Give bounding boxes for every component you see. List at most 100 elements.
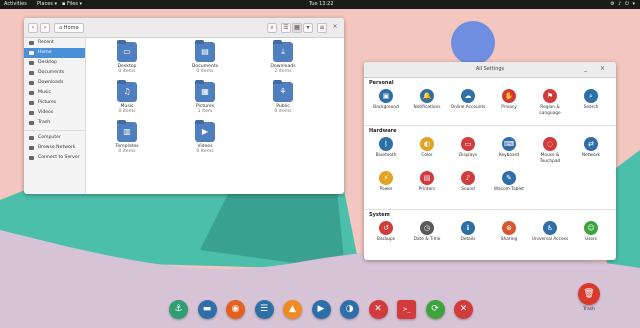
breadcrumb[interactable]: ⌂ Home — [54, 23, 84, 33]
list-view-button[interactable]: ☰ — [281, 23, 291, 33]
folder-icon: ♫ — [117, 80, 137, 102]
sidebar-item-downloads[interactable]: Downloads — [24, 78, 85, 88]
sidebar-item-connect-to-server[interactable]: Connect to Server — [24, 153, 85, 163]
software-update-icon[interactable]: ⟳ — [425, 300, 445, 319]
panel-backups[interactable]: ↺ Backups — [366, 221, 406, 243]
sidebar-item-documents[interactable]: Documents — [24, 68, 85, 78]
panel-sharing[interactable]: ⊛ Sharing — [489, 221, 529, 243]
panel-users[interactable]: ☺ Users — [571, 221, 611, 243]
folder-icon: ⚘ — [273, 80, 293, 102]
folder-icon: ▦ — [195, 80, 215, 102]
folder-documents[interactable]: ▤ Documents 0 items — [180, 40, 230, 74]
folder-icon: ▤ — [195, 40, 215, 62]
folder-templates[interactable]: ▥ Templates 0 items — [102, 120, 152, 154]
sidebar-item-icon — [29, 61, 34, 65]
system-tray[interactable]: ⚙ ♪ ⏻ ▾ — [610, 1, 636, 7]
panel-universal-access[interactable]: ♿ Universal Access — [530, 221, 570, 243]
panel-label: Users — [584, 237, 598, 242]
sidebar-item-music[interactable]: Music — [24, 88, 85, 98]
sidebar-item-videos[interactable]: Videos — [24, 108, 85, 118]
folder-videos[interactable]: ▶ Videos 0 items — [180, 120, 230, 154]
folder-desktop[interactable]: ▭ Desktop 0 items — [102, 40, 152, 74]
view-menu-button[interactable]: ▾ — [303, 23, 313, 33]
minimize-icon[interactable]: _ — [584, 65, 587, 73]
toggle-icon[interactable]: ◑ — [340, 300, 359, 319]
panel-network[interactable]: ⇄ Network — [571, 137, 611, 159]
back-button[interactable]: ‹ — [28, 23, 38, 33]
panel-color[interactable]: ◐ Color — [407, 137, 447, 159]
folder-music[interactable]: ♫ Music 0 items — [102, 80, 152, 114]
folder-pictures[interactable]: ▦ Pictures 1 item — [180, 80, 230, 114]
panel-details[interactable]: ℹ Details — [448, 221, 488, 243]
folder-public[interactable]: ⚘ Public 0 items — [258, 80, 308, 114]
panel-icon: ⊛ — [502, 221, 516, 235]
media-player-icon[interactable]: ▶ — [311, 300, 331, 319]
vlc-icon[interactable]: ▲ — [283, 300, 302, 319]
sidebar-item-icon — [29, 51, 34, 55]
menu-button[interactable]: ≡ — [317, 23, 327, 33]
top-bar: Activities Places ▾ ▪ Files ▾ Tue 13:22 … — [0, 0, 640, 9]
sidebar-item-desktop[interactable]: Desktop — [24, 58, 85, 68]
folder-item-count: 1 item — [197, 109, 213, 114]
panel-mouse-touchpad[interactable]: ◌ Mouse & Touchpad — [530, 137, 570, 164]
folder-glyph: ⚘ — [279, 87, 287, 96]
firefox-icon[interactable]: ◉ — [226, 300, 245, 319]
text-editor-icon[interactable]: ☰ — [254, 300, 274, 319]
activities-button[interactable]: Activities — [4, 1, 27, 8]
section-title-hardware: Hardware — [369, 128, 397, 134]
panel-online-accounts[interactable]: ☁ Online Accounts — [448, 89, 488, 111]
sidebar-item-pictures[interactable]: Pictures — [24, 98, 85, 108]
panel-printers[interactable]: ▤ Printers — [407, 171, 447, 193]
panel-label: Notifications — [413, 105, 441, 110]
panel-bluetooth[interactable]: ᛒ Bluetooth — [366, 137, 406, 159]
sidebar-item-recent[interactable]: Recent — [24, 38, 85, 48]
terminal-icon[interactable]: >_ — [397, 300, 416, 319]
sidebar-item-home[interactable]: Home — [24, 48, 85, 58]
panel-label: Universal Access — [531, 237, 569, 242]
panel-icon: ✎ — [502, 171, 516, 185]
panel-region-language[interactable]: ⚑ Region & Language — [530, 89, 570, 116]
panel-background[interactable]: ▣ Background — [366, 89, 406, 111]
panel-icon: ⌨ — [502, 137, 516, 151]
anchor-icon[interactable]: ⚓ — [169, 300, 188, 319]
folder-item-count: 2 items — [274, 69, 292, 74]
panel-search[interactable]: ⌕ Search — [571, 89, 611, 111]
trash-icon[interactable]: 🗑 — [578, 283, 600, 305]
places-menu[interactable]: Places ▾ — [37, 1, 57, 8]
files-icon[interactable]: ▬ — [197, 300, 217, 319]
forward-button[interactable]: › — [40, 23, 50, 33]
panel-icon: 🔔 — [420, 89, 434, 103]
app-menu[interactable]: ▪ Files ▾ — [62, 1, 82, 8]
clock[interactable]: Tue 13:22 — [309, 1, 334, 8]
sidebar-item-icon — [29, 146, 34, 150]
search-button[interactable]: ⌕ — [267, 23, 277, 33]
folder-downloads[interactable]: ⤓ Downloads 2 items — [258, 40, 308, 74]
panel-icon: ▤ — [420, 171, 434, 185]
panel-power[interactable]: ⚡ Power — [366, 171, 406, 193]
sidebar-item-icon — [29, 81, 34, 85]
sidebar-item-browse-network[interactable]: Browse Network — [24, 143, 85, 153]
breadcrumb-label: Home — [63, 25, 79, 31]
panel-label: Displays — [458, 153, 478, 158]
close-icon[interactable]: × — [330, 23, 340, 33]
tools-icon[interactable]: ✕ — [368, 300, 388, 319]
panel-keyboard[interactable]: ⌨ Keyboard — [489, 137, 529, 159]
folder-glyph: ▥ — [123, 127, 131, 136]
panel-label: Power — [379, 187, 393, 192]
sidebar-item-trash[interactable]: Trash — [24, 118, 85, 128]
settings-tools-icon[interactable]: ✕ — [454, 300, 473, 319]
panel-notifications[interactable]: 🔔 Notifications — [407, 89, 447, 111]
panel-displays[interactable]: ▭ Displays — [448, 137, 488, 159]
panel-wacom-tablet[interactable]: ✎ Wacom Tablet — [489, 171, 529, 193]
panel-privacy[interactable]: ✋ Privacy — [489, 89, 529, 111]
grid-view-button[interactable]: ▦ — [292, 23, 302, 33]
sidebar-item-icon — [29, 71, 34, 75]
panel-sound[interactable]: ♪ Sound — [448, 171, 488, 193]
panel-date-time[interactable]: ◷ Date & Time — [407, 221, 447, 243]
sidebar-item-computer[interactable]: Computer — [24, 133, 85, 143]
sidebar-item-label: Desktop — [38, 60, 57, 65]
sidebar-divider — [24, 130, 85, 131]
close-icon[interactable]: × — [600, 65, 605, 73]
panel-label: Sound — [461, 187, 475, 192]
sidebar-item-label: Documents — [38, 70, 65, 75]
